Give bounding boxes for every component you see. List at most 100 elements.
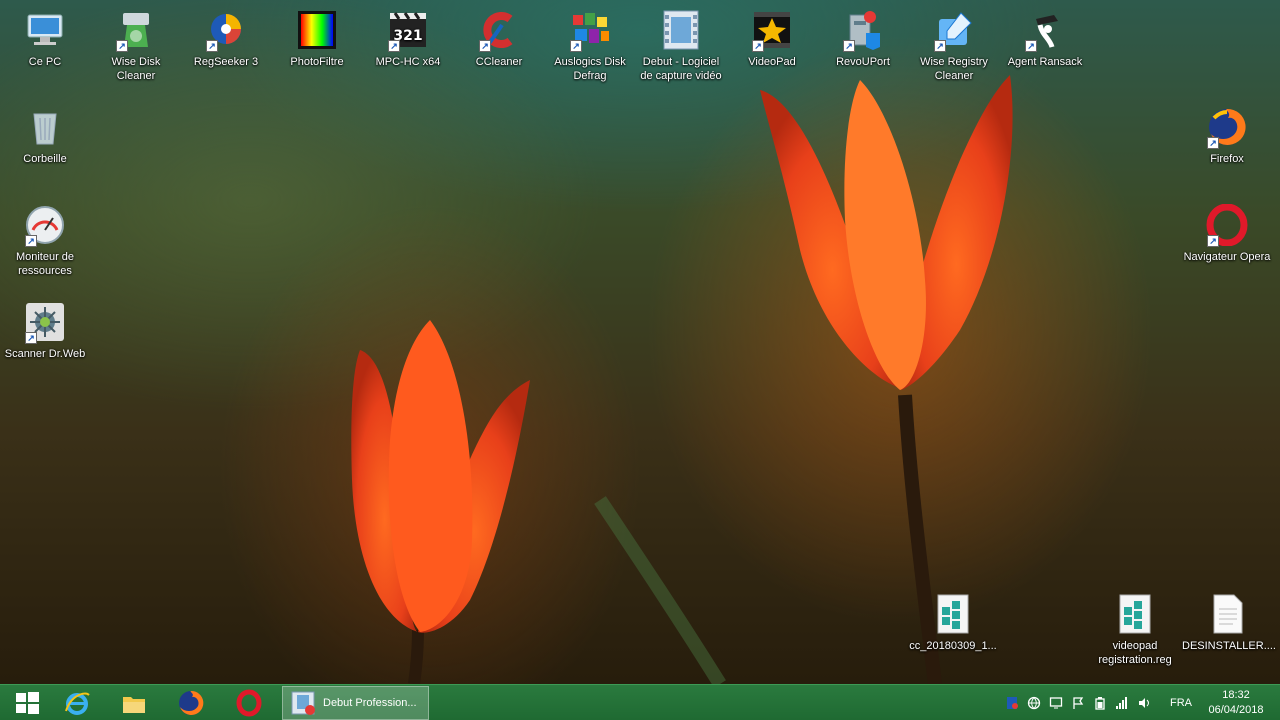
battery-icon bbox=[1095, 697, 1105, 710]
debut-film-icon bbox=[659, 8, 703, 52]
ccleaner-icon: ↗ bbox=[477, 8, 521, 52]
tray-volume[interactable] bbox=[1136, 695, 1152, 711]
tray-signal[interactable] bbox=[1114, 695, 1130, 711]
opera-icon bbox=[236, 689, 262, 717]
computer-icon bbox=[23, 8, 67, 52]
taskbar-internet-explorer[interactable] bbox=[50, 686, 104, 720]
mpc-hc-icon: 321 ↗ bbox=[386, 8, 430, 52]
windows-logo-icon bbox=[16, 692, 39, 714]
speaker-icon bbox=[1139, 698, 1149, 708]
shortcut-arrow-icon: ↗ bbox=[25, 332, 37, 344]
icon-corbeille[interactable]: Corbeille bbox=[0, 105, 90, 166]
shortcut-arrow-icon: ↗ bbox=[843, 40, 855, 52]
icon-ce-pc-label: Ce PC bbox=[28, 56, 62, 68]
shortcut-arrow-icon: ↗ bbox=[1207, 137, 1219, 149]
icon-regseeker-label: RegSeeker 3 bbox=[193, 56, 259, 68]
flag-icon bbox=[1073, 697, 1084, 709]
icon-videopad[interactable]: ↗ VideoPad bbox=[727, 8, 817, 69]
recycle-bin-icon bbox=[23, 105, 67, 149]
videopad-icon: ↗ bbox=[750, 8, 794, 52]
folder-icon bbox=[123, 697, 145, 713]
shortcut-arrow-icon: ↗ bbox=[479, 40, 491, 52]
shield-icon bbox=[1007, 697, 1018, 709]
icon-regseeker[interactable]: ↗ RegSeeker 3 bbox=[181, 8, 271, 69]
icon-videopad-label: VideoPad bbox=[748, 56, 796, 68]
shortcut-arrow-icon: ↗ bbox=[388, 40, 400, 52]
clock-date: 06/04/2018 bbox=[1208, 704, 1264, 716]
language-indicator[interactable]: FRA bbox=[1166, 685, 1196, 720]
shortcut-arrow-icon: ↗ bbox=[116, 40, 128, 52]
icon-opera[interactable]: ↗ Navigateur Opera bbox=[1182, 203, 1272, 264]
tray-app-icon[interactable] bbox=[1004, 695, 1020, 711]
icon-scanner-drweb-label: Scanner Dr.Web bbox=[4, 348, 86, 360]
taskbar-debut-window[interactable]: Debut Profession... bbox=[282, 686, 429, 720]
shortcut-arrow-icon: ↗ bbox=[25, 235, 37, 247]
icon-videopad-reg-file[interactable]: videopad registration.reg bbox=[1090, 592, 1180, 667]
icon-wise-disk-cleaner[interactable]: ↗ Wise Disk Cleaner bbox=[91, 8, 181, 83]
resource-monitor-gauge-icon: ↗ bbox=[23, 203, 67, 247]
icon-videopad-reg-label: videopad registration.reg bbox=[1098, 640, 1172, 666]
icon-photofiltre[interactable]: PhotoFiltre bbox=[272, 8, 362, 69]
start-button[interactable] bbox=[0, 686, 54, 720]
icon-opera-label: Navigateur Opera bbox=[1183, 251, 1271, 263]
taskbar-task-label: Debut Profession... bbox=[323, 697, 417, 709]
icon-firefox-label: Firefox bbox=[1210, 153, 1244, 165]
shortcut-arrow-icon: ↗ bbox=[1025, 40, 1037, 52]
photofiltre-icon bbox=[295, 8, 339, 52]
icon-cc-reg-file[interactable]: cc_20180309_1... bbox=[908, 592, 998, 653]
icon-ccleaner[interactable]: ↗ CCleaner bbox=[454, 8, 544, 69]
icon-firefox[interactable]: ↗ Firefox bbox=[1182, 105, 1272, 166]
tray-battery[interactable] bbox=[1092, 695, 1108, 711]
icon-mpc-hc-label: MPC-HC x64 bbox=[375, 56, 441, 68]
taskbar-file-explorer[interactable] bbox=[107, 686, 161, 720]
shortcut-arrow-icon: ↗ bbox=[1207, 235, 1219, 247]
shortcut-arrow-icon: ↗ bbox=[570, 40, 582, 52]
tray-display[interactable] bbox=[1048, 695, 1064, 711]
icon-moniteur-ressources[interactable]: ↗ Moniteur de ressources bbox=[0, 203, 90, 278]
icon-agent-ransack[interactable]: ↗ Agent Ransack bbox=[1000, 8, 1090, 69]
icon-corbeille-label: Corbeille bbox=[23, 153, 67, 165]
icon-ce-pc[interactable]: Ce PC bbox=[0, 8, 90, 69]
shortcut-arrow-icon: ↗ bbox=[206, 40, 218, 52]
regseeker-icon: ↗ bbox=[204, 8, 248, 52]
wallpaper-tulips bbox=[351, 75, 1013, 684]
icon-debut[interactable]: Debut - Logiciel de capture vidéo bbox=[636, 8, 726, 83]
icon-auslogics[interactable]: ↗ Auslogics Disk Defrag bbox=[545, 8, 635, 83]
debut-recorder-icon bbox=[291, 691, 315, 715]
icon-mpc-hc[interactable]: 321 ↗ MPC-HC x64 bbox=[363, 8, 453, 69]
registry-file-icon bbox=[931, 592, 975, 636]
auslogics-disk-defrag-icon: ↗ bbox=[568, 8, 612, 52]
wise-disk-cleaner-icon: ↗ bbox=[114, 8, 158, 52]
internet-explorer-icon bbox=[65, 692, 90, 715]
icon-agent-ransack-label: Agent Ransack bbox=[1007, 56, 1083, 68]
icon-revouport[interactable]: ↗ RevoUPort bbox=[818, 8, 908, 69]
icon-desinstaller-label: DESINSTALLER.... bbox=[1182, 640, 1276, 652]
tray-action-center[interactable] bbox=[1070, 695, 1086, 711]
icon-scanner-drweb[interactable]: ↗ Scanner Dr.Web bbox=[0, 300, 90, 361]
taskbar-firefox[interactable] bbox=[164, 686, 218, 720]
agent-ransack-icon: ↗ bbox=[1023, 8, 1067, 52]
icon-auslogics-label: Auslogics Disk Defrag bbox=[554, 56, 626, 82]
revouport-icon: ↗ bbox=[841, 8, 885, 52]
taskbar-opera[interactable] bbox=[222, 686, 276, 720]
firefox-icon bbox=[179, 690, 204, 715]
globe-icon bbox=[1027, 696, 1041, 710]
clock[interactable]: 18:32 06/04/2018 bbox=[1200, 688, 1272, 718]
signal-bars-icon bbox=[1116, 697, 1127, 709]
shortcut-arrow-icon: ↗ bbox=[752, 40, 764, 52]
icon-debut-label: Debut - Logiciel de capture vidéo bbox=[640, 56, 722, 82]
opera-icon: ↗ bbox=[1205, 203, 1249, 247]
system-tray bbox=[1004, 685, 1152, 720]
icon-wise-registry-cleaner[interactable]: ↗ Wise Registry Cleaner bbox=[909, 8, 999, 83]
text-file-icon bbox=[1205, 592, 1249, 636]
icon-revouport-label: RevoUPort bbox=[836, 56, 890, 68]
tray-network-globe[interactable] bbox=[1026, 695, 1042, 711]
icon-wise-registry-label: Wise Registry Cleaner bbox=[920, 56, 988, 82]
registry-file-icon bbox=[1113, 592, 1157, 636]
wise-registry-cleaner-icon: ↗ bbox=[932, 8, 976, 52]
icon-photofiltre-label: PhotoFiltre bbox=[290, 56, 344, 68]
display-icon bbox=[1049, 697, 1063, 709]
drweb-scanner-icon: ↗ bbox=[23, 300, 67, 344]
icon-desinstaller-file[interactable]: DESINSTALLER.... bbox=[1182, 592, 1276, 653]
icon-cc-reg-label: cc_20180309_1... bbox=[909, 640, 997, 652]
